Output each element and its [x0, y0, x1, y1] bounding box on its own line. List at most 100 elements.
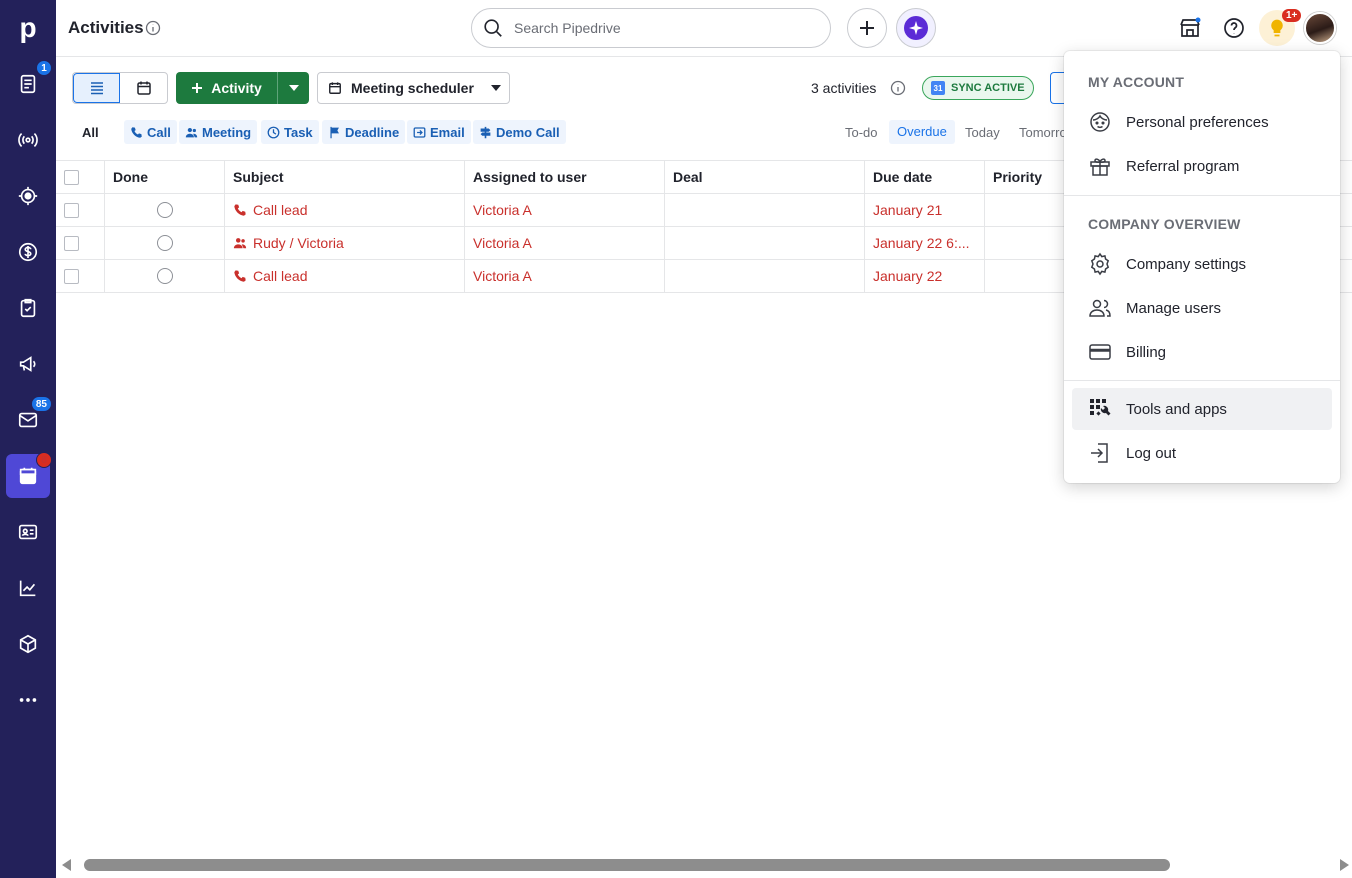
filter-chip-call[interactable]: Call — [124, 120, 177, 144]
list-icon — [90, 82, 103, 95]
sidebar-item-products[interactable] — [6, 622, 50, 666]
filter-chip-deadline[interactable]: Deadline — [322, 120, 406, 144]
gift-icon — [1090, 158, 1110, 176]
scroll-right-arrow[interactable] — [1340, 859, 1349, 871]
subject-cell[interactable]: Rudy / Victoria — [225, 227, 465, 259]
due-date-cell[interactable]: January 22 6:... — [865, 227, 985, 259]
search-icon — [484, 19, 502, 37]
horizontal-scrollbar[interactable] — [56, 856, 1352, 876]
chip-label: Deadline — [345, 124, 400, 140]
assigned-user-cell[interactable]: Victoria A — [465, 194, 665, 226]
trending-chart-icon — [19, 580, 36, 597]
done-cell — [105, 194, 225, 226]
info-icon[interactable] — [890, 80, 906, 96]
list-view-button[interactable] — [73, 73, 121, 103]
sidebar-item-contacts[interactable] — [6, 510, 50, 554]
menu-item-tools-and-apps[interactable]: Tools and apps — [1072, 388, 1332, 430]
time-filter-overdue[interactable]: Overdue — [889, 120, 955, 144]
plus-icon — [860, 21, 874, 35]
face-icon — [1090, 112, 1110, 132]
column-header-subject[interactable]: Subject — [225, 161, 465, 193]
scrollbar-thumb[interactable] — [84, 859, 1170, 871]
due-date-cell[interactable]: January 22 — [865, 260, 985, 292]
sidebar-item-activities[interactable]: 8 — [6, 452, 52, 498]
menu-item-label: Manage users — [1126, 299, 1222, 317]
deal-cell[interactable] — [665, 260, 865, 292]
row-checkbox[interactable] — [64, 235, 79, 251]
quick-add-button[interactable] — [847, 8, 887, 48]
info-icon[interactable] — [145, 20, 161, 36]
time-filter-todo[interactable]: To-do — [845, 125, 878, 140]
menu-item-referral-program[interactable]: Referral program — [1072, 145, 1332, 187]
view-toggle — [72, 72, 168, 104]
ai-assistant-button[interactable] — [896, 8, 936, 48]
menu-item-label: Personal preferences — [1126, 113, 1269, 131]
search-box[interactable] — [471, 8, 831, 48]
sidebar-item-mail[interactable]: 85 — [6, 396, 52, 442]
menu-item-log-out[interactable]: Log out — [1072, 432, 1332, 474]
row-checkbox[interactable] — [64, 202, 79, 218]
sidebar-item-insights[interactable] — [6, 566, 50, 610]
sidebar-item-campaigns[interactable] — [6, 342, 50, 386]
leads-inbox-icon — [20, 74, 36, 94]
sidebar-item-deals-money[interactable] — [6, 230, 50, 274]
assigned-user-cell[interactable]: Victoria A — [465, 227, 665, 259]
menu-item-personal-preferences[interactable]: Personal preferences — [1072, 101, 1332, 143]
menu-item-company-settings[interactable]: Company settings — [1072, 243, 1332, 285]
sync-status-badge[interactable]: 31 SYNC ACTIVE — [922, 76, 1034, 100]
select-all-checkbox[interactable] — [64, 169, 79, 185]
row-checkbox[interactable] — [64, 268, 79, 284]
search-input[interactable] — [514, 20, 814, 36]
credit-card-icon — [1089, 344, 1111, 360]
done-cell — [105, 227, 225, 259]
due-date-cell[interactable]: January 21 — [865, 194, 985, 226]
help-question-icon — [1224, 18, 1244, 38]
menu-item-billing[interactable]: Billing — [1072, 331, 1332, 373]
sidebar-item-more[interactable] — [6, 678, 50, 722]
activity-count: 3 activities — [811, 80, 877, 96]
calendar-icon — [19, 467, 37, 485]
deal-cell[interactable] — [665, 227, 865, 259]
deal-cell[interactable] — [665, 194, 865, 226]
subject-cell[interactable]: Call lead — [225, 194, 465, 226]
assigned-user-cell[interactable]: Victoria A — [465, 260, 665, 292]
column-header-assigned[interactable]: Assigned to user — [465, 161, 665, 193]
clipboard-check-icon — [20, 298, 36, 318]
meeting-scheduler-button[interactable]: Meeting scheduler — [317, 72, 510, 104]
email-send-icon — [413, 126, 426, 138]
leads-badge: 1 — [36, 60, 52, 76]
sidebar-item-deals[interactable] — [6, 118, 50, 162]
help-button[interactable] — [1220, 14, 1248, 42]
signpost-icon — [480, 126, 491, 138]
menu-item-manage-users[interactable]: Manage users — [1072, 287, 1332, 329]
ai-sparkle-icon — [904, 16, 928, 40]
sidebar-item-target[interactable] — [6, 174, 50, 218]
filter-chip-meeting[interactable]: Meeting — [179, 120, 258, 144]
add-activity-button[interactable]: Activity — [176, 72, 277, 104]
column-header-deal[interactable]: Deal — [665, 161, 865, 193]
activities-badge: 8 — [36, 452, 52, 468]
mark-done-radio[interactable] — [156, 268, 173, 284]
scroll-left-arrow[interactable] — [62, 859, 71, 871]
column-header-done[interactable]: Done — [105, 161, 225, 193]
sidebar-item-leads[interactable]: 1 — [6, 60, 52, 106]
user-avatar[interactable] — [1304, 12, 1336, 44]
my-account-heading: MY ACCOUNT — [1088, 74, 1185, 90]
time-filter-tomorrow[interactable]: Tomorro — [1019, 125, 1064, 140]
marketplace-button[interactable] — [1176, 14, 1204, 42]
filter-chip-task[interactable]: Task — [261, 120, 319, 144]
filter-chip-demo-call[interactable]: Demo Call — [473, 120, 566, 144]
add-activity-dropdown[interactable] — [277, 72, 309, 104]
pipedrive-logo[interactable]: p — [0, 0, 56, 56]
mark-done-radio[interactable] — [156, 235, 173, 251]
menu-item-label: Log out — [1126, 444, 1177, 462]
sidebar-item-projects[interactable] — [6, 286, 50, 330]
time-filter-today[interactable]: Today — [965, 125, 1000, 140]
column-header-due-date[interactable]: Due date — [865, 161, 985, 193]
chip-label: Task — [284, 124, 313, 140]
calendar-view-button[interactable] — [120, 73, 167, 103]
filter-all[interactable]: All — [82, 125, 99, 140]
mark-done-radio[interactable] — [156, 202, 173, 218]
subject-cell[interactable]: Call lead — [225, 260, 465, 292]
filter-chip-email[interactable]: Email — [407, 120, 471, 144]
